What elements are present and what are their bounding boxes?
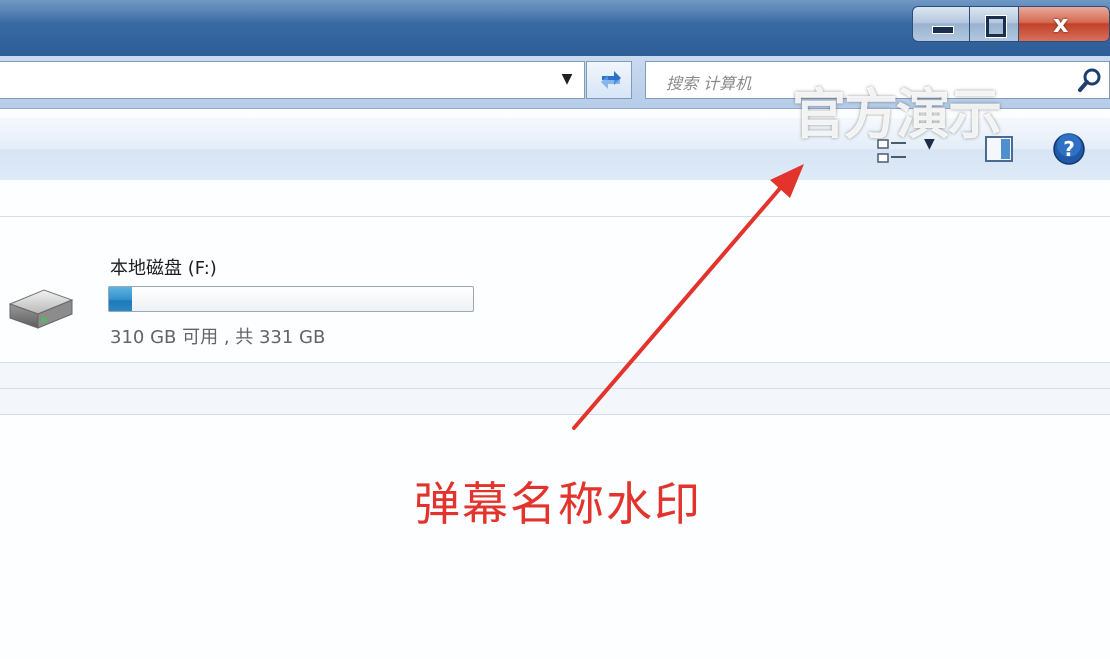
title-bar: x (0, 0, 1110, 56)
content-pane: 本地磁盘 (F:) 310 GB 可用 , 共 331 GB (0, 180, 1110, 659)
drive-item-f[interactable]: 本地磁盘 (F:) 310 GB 可用 , 共 331 GB (0, 242, 480, 352)
close-button[interactable]: x (1018, 6, 1110, 42)
group-divider (0, 414, 1110, 415)
help-icon[interactable]: ? (1052, 132, 1086, 166)
restore-button[interactable] (969, 6, 1019, 42)
explorer-window: x ▼ 搜索 计算机 ▼ ? 本地磁盘 (F:) 310 GB 可用 , 共 3… (0, 0, 1110, 659)
minimize-button[interactable] (912, 6, 970, 42)
drive-usage-fill (109, 287, 133, 311)
refresh-button[interactable] (586, 61, 632, 99)
group-divider (0, 216, 1110, 217)
refresh-icon (601, 71, 621, 89)
address-bar[interactable] (0, 61, 585, 99)
close-icon: x (1053, 10, 1069, 38)
minimize-icon (932, 26, 954, 34)
drive-usage-bar (108, 286, 474, 312)
group-divider (0, 388, 1110, 389)
annotation-label: 弹幕名称水印 (414, 477, 702, 531)
address-history-dropdown[interactable]: ▼ (554, 66, 580, 92)
search-icon[interactable] (1076, 66, 1104, 94)
restore-icon (986, 16, 1006, 37)
drive-label: 本地磁盘 (F:) (110, 258, 217, 279)
drive-free-space: 310 GB 可用 , 共 331 GB (110, 327, 326, 348)
hard-drive-icon (8, 289, 74, 329)
annotation-arrow (572, 164, 804, 430)
search-placeholder: 搜索 计算机 (666, 74, 752, 93)
group-divider (0, 362, 1110, 363)
watermark-text: 官方演示 (792, 83, 1002, 146)
chevron-down-icon: ▼ (561, 71, 573, 87)
svg-text:?: ? (1063, 137, 1075, 161)
